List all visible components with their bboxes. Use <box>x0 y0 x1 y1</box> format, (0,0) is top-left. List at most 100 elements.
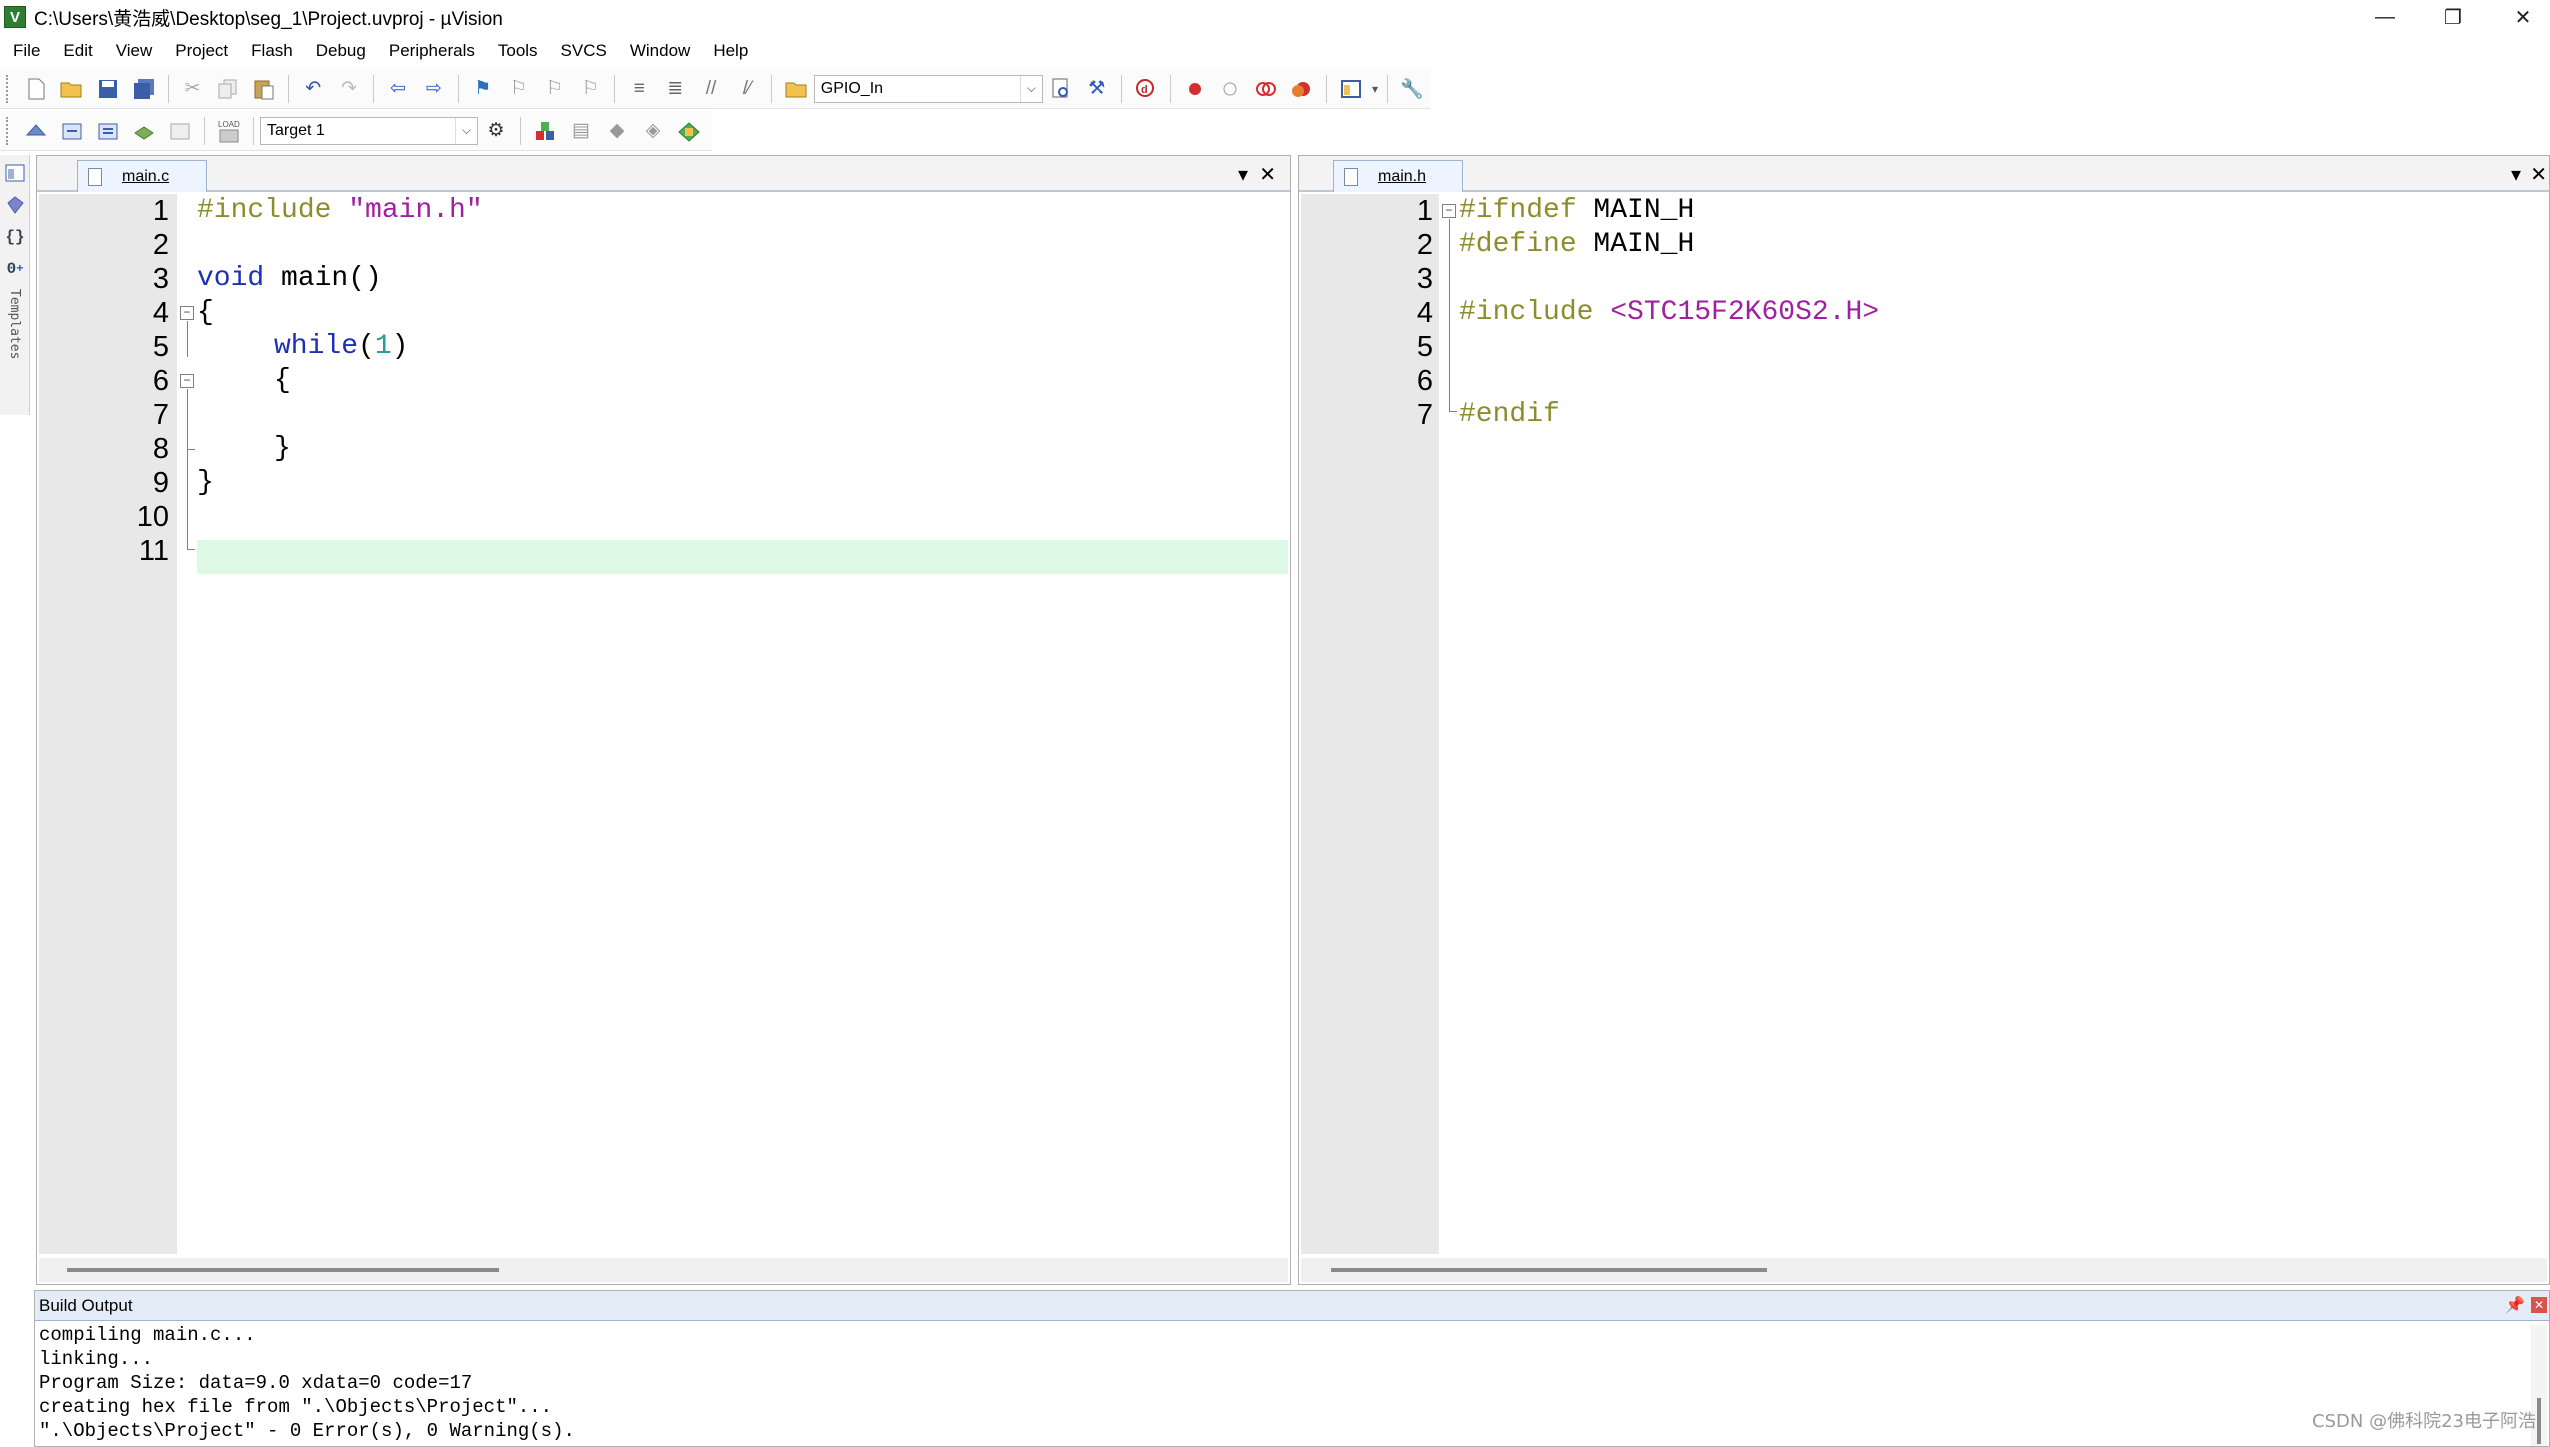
navigate-back-icon[interactable]: ⇦ <box>384 75 412 103</box>
horizontal-scrollbar[interactable] <box>1301 1258 2547 1282</box>
menu-svcs[interactable]: SVCS <box>561 41 607 61</box>
new-file-icon[interactable] <box>22 75 50 103</box>
next-bookmark-icon[interactable]: ⚐ <box>541 75 569 103</box>
code-editor[interactable]: #include "main.h" void main() { while(1)… <box>39 194 1288 1254</box>
build-output-line: creating hex file from ".\Objects\Projec… <box>39 1396 553 1418</box>
toolbar-grip[interactable] <box>6 74 12 103</box>
tab-list-dropdown-icon[interactable]: ▾ <box>1238 162 1248 187</box>
window-layout-icon[interactable] <box>1337 75 1365 103</box>
layout-dropdown-icon[interactable]: ▾ <box>1369 75 1381 103</box>
find-combo[interactable]: GPIO_In ⌵ <box>813 74 1043 103</box>
pack-installer-icon[interactable]: ◈ <box>639 117 667 145</box>
chevron-down-icon[interactable]: ⌵ <box>1019 75 1042 102</box>
disable-all-breakpoints-icon[interactable] <box>1252 75 1280 103</box>
code-editor[interactable]: #ifndef MAIN_H #define MAIN_H #include <… <box>1301 194 2547 1254</box>
undo-icon[interactable]: ↶ <box>299 75 327 103</box>
build-output-panel: Build Output 📌 ✕ compiling main.c... lin… <box>34 1290 2550 1447</box>
save-all-icon[interactable] <box>130 75 158 103</box>
chevron-down-icon[interactable]: ⌵ <box>455 117 477 144</box>
menu-flash[interactable]: Flash <box>251 41 293 61</box>
fold-toggle-minus-icon[interactable]: − <box>180 306 194 320</box>
pin-icon[interactable]: 📌 <box>2505 1295 2525 1315</box>
menu-view[interactable]: View <box>116 41 153 61</box>
build-toolbar: LOAD Target 1 ⌵ ⚙ ▤ ◆ ◈ <box>0 111 712 151</box>
select-packs-icon[interactable]: ▤ <box>567 117 595 145</box>
templates-tab-label[interactable]: Templates <box>7 289 22 359</box>
scrollbar-thumb[interactable] <box>1331 1268 1767 1272</box>
rebuild-icon[interactable] <box>94 117 122 145</box>
build-output-title: Build Output <box>39 1295 133 1315</box>
scrollbar-thumb[interactable] <box>67 1268 499 1272</box>
code-text-area[interactable]: #ifndef MAIN_H #define MAIN_H #include <… <box>1459 194 2547 1254</box>
close-window-button[interactable]: ✕ <box>2488 0 2550 34</box>
code-line-6: { <box>274 365 291 396</box>
menu-file[interactable]: File <box>13 41 40 61</box>
close-icon[interactable]: ✕ <box>2531 1297 2547 1313</box>
download-icon[interactable]: LOAD <box>215 117 243 145</box>
line-number: 4 <box>152 297 169 329</box>
tab-main-c[interactable]: main.c <box>77 160 207 192</box>
breakpoint-icon[interactable] <box>1181 75 1209 103</box>
templates-icon[interactable]: 0 + <box>2 255 28 283</box>
redo-icon[interactable]: ↷ <box>335 75 363 103</box>
line-number: 5 <box>1416 331 1433 363</box>
scrollbar-thumb[interactable] <box>2537 1398 2541 1444</box>
incremental-find-icon[interactable]: ⚒ <box>1083 75 1111 103</box>
code-text-area[interactable]: #include "main.h" void main() { while(1)… <box>197 194 1288 1254</box>
clear-bookmarks-icon[interactable]: ⚐ <box>576 75 604 103</box>
save-icon[interactable] <box>94 75 122 103</box>
menu-peripherals[interactable]: Peripherals <box>389 41 475 61</box>
find-icon[interactable] <box>1047 75 1075 103</box>
build-output-text[interactable]: compiling main.c... linking... Program S… <box>39 1323 2527 1446</box>
line-number: 3 <box>1416 263 1433 295</box>
fold-toggle-minus-icon[interactable]: − <box>180 374 194 388</box>
menu-window[interactable]: Window <box>630 41 690 61</box>
build-output-line: linking... <box>39 1348 154 1370</box>
insert-bookmark-icon[interactable]: ⚑ <box>469 75 497 103</box>
horizontal-scrollbar[interactable] <box>39 1258 1288 1282</box>
paste-icon[interactable] <box>250 75 278 103</box>
disable-breakpoint-icon[interactable] <box>1217 75 1245 103</box>
tab-list-dropdown-icon[interactable]: ▾ <box>2511 162 2521 187</box>
copy-icon[interactable] <box>214 75 242 103</box>
restore-button[interactable]: ❐ <box>2418 0 2488 34</box>
minimize-button[interactable]: — <box>2350 0 2420 34</box>
fold-toggle-minus-icon[interactable]: − <box>1442 204 1456 218</box>
close-tab-icon[interactable]: ✕ <box>2530 162 2547 187</box>
toolbar-grip[interactable] <box>6 116 12 145</box>
project-window-icon[interactable] <box>2 159 28 187</box>
code-line-2: #define MAIN_H <box>1459 229 1695 260</box>
debug-session-icon[interactable]: d <box>1132 75 1160 103</box>
find-in-files-icon[interactable] <box>782 75 810 103</box>
target-options-icon[interactable]: ⚙ <box>482 117 510 145</box>
target-combo[interactable]: Target 1 ⌵ <box>260 116 478 145</box>
unindent-icon[interactable]: ≣ <box>661 75 689 103</box>
cut-icon[interactable]: ✂ <box>179 75 207 103</box>
toolbar-separator <box>770 74 772 103</box>
comment-icon[interactable]: // <box>697 75 725 103</box>
menu-help[interactable]: Help <box>713 41 748 61</box>
translate-icon[interactable] <box>22 117 50 145</box>
navigate-forward-icon[interactable]: ⇨ <box>420 75 448 103</box>
batch-build-icon[interactable] <box>130 117 158 145</box>
menu-project[interactable]: Project <box>175 41 228 61</box>
menu-debug[interactable]: Debug <box>316 41 366 61</box>
indent-icon[interactable]: ≡ <box>625 75 653 103</box>
close-tab-icon[interactable]: ✕ <box>1259 162 1276 187</box>
manage-rte-icon[interactable]: ◆ <box>603 117 631 145</box>
open-folder-icon[interactable] <box>58 75 86 103</box>
menu-tools[interactable]: Tools <box>498 41 538 61</box>
stop-build-icon[interactable] <box>166 117 194 145</box>
previous-bookmark-icon[interactable]: ⚐ <box>505 75 533 103</box>
functions-icon[interactable]: {} <box>2 223 28 251</box>
manage-project-items-icon[interactable] <box>531 117 559 145</box>
uncomment-icon[interactable]: /⁄ <box>733 75 761 103</box>
books-icon[interactable] <box>2 191 28 219</box>
rte-status-icon[interactable] <box>675 117 703 145</box>
tab-main-h[interactable]: main.h <box>1333 160 1463 192</box>
configure-icon[interactable]: 🔧 <box>1398 75 1426 103</box>
menu-edit[interactable]: Edit <box>63 41 92 61</box>
line-number: 6 <box>1416 365 1433 397</box>
kill-all-breakpoints-icon[interactable] <box>1288 75 1316 103</box>
build-icon[interactable] <box>58 117 86 145</box>
